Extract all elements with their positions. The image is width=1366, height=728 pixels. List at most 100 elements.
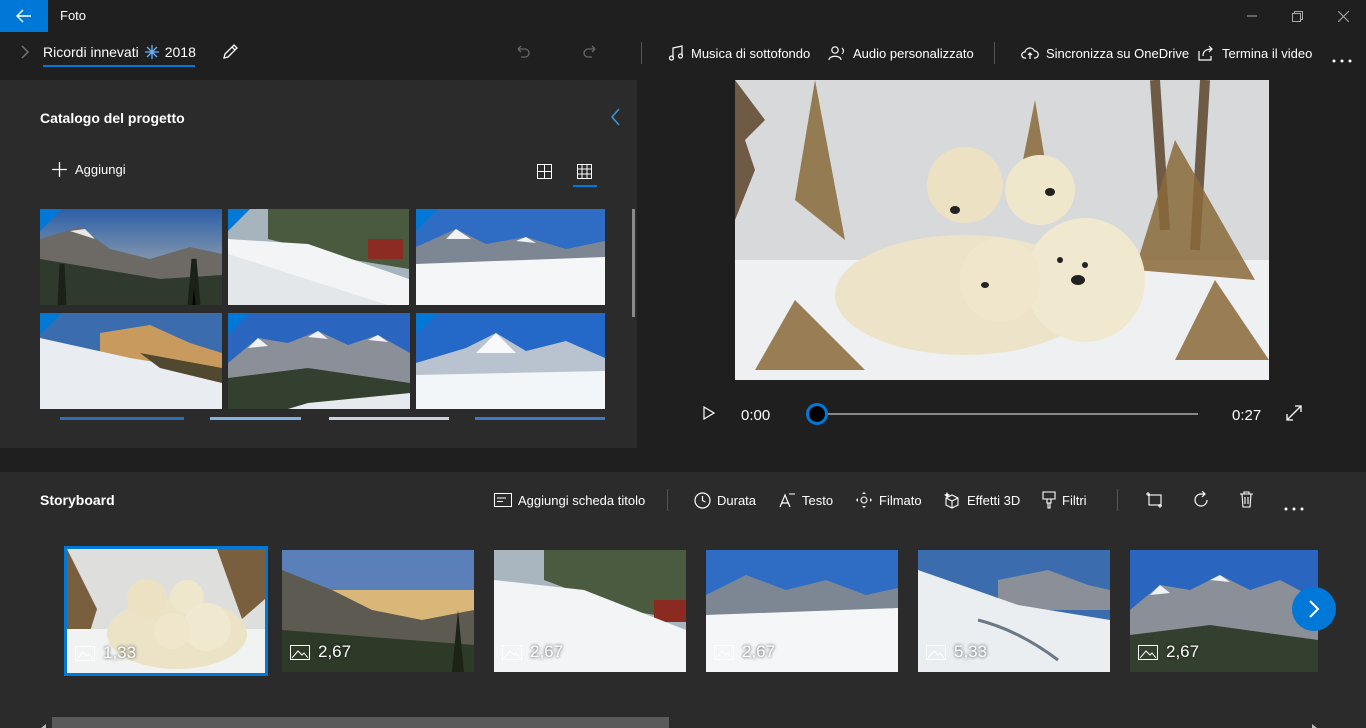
image-icon xyxy=(1138,644,1158,660)
chevron-right-icon xyxy=(1309,600,1320,618)
library-thumbnail[interactable] xyxy=(416,313,605,409)
library-title: Catalogo del progetto xyxy=(40,110,185,126)
restore-button[interactable] xyxy=(1274,0,1320,32)
timeline-slider[interactable] xyxy=(817,413,1198,415)
small-grid-view-icon[interactable] xyxy=(577,164,592,184)
clip-duration-label: 2,67 xyxy=(1138,642,1199,662)
close-icon xyxy=(1337,10,1349,22)
library-thumbnail[interactable] xyxy=(228,313,410,409)
in-use-corner-marker xyxy=(416,209,438,231)
library-thumbnail-partial xyxy=(210,417,301,420)
library-thumbnail[interactable] xyxy=(40,209,222,305)
motion-button[interactable]: Filmato xyxy=(855,490,922,510)
scroll-right-icon[interactable] xyxy=(1310,719,1318,728)
project-title[interactable]: Ricordi innevati 2018 xyxy=(43,44,196,60)
delete-icon[interactable] xyxy=(1239,491,1254,513)
image-icon xyxy=(290,644,310,660)
library-thumbnail[interactable] xyxy=(228,209,409,305)
expand-icon xyxy=(1286,405,1302,421)
in-use-corner-marker xyxy=(40,209,62,231)
timeline-thumb[interactable] xyxy=(806,403,828,425)
storyboard-clip[interactable]: 2,67 xyxy=(494,550,686,672)
collapse-library-icon[interactable] xyxy=(609,108,621,131)
in-use-corner-marker xyxy=(228,209,250,231)
fullscreen-button[interactable] xyxy=(1286,405,1302,426)
command-separator xyxy=(641,42,642,64)
add-title-card-button[interactable]: Aggiungi scheda titolo xyxy=(494,490,645,510)
total-time: 0:27 xyxy=(1232,407,1262,424)
filter-brush-icon xyxy=(1042,491,1056,509)
library-thumbnail[interactable] xyxy=(416,209,605,305)
library-scrollbar[interactable] xyxy=(632,209,635,317)
arrow-left-icon xyxy=(16,9,31,23)
image-icon xyxy=(75,645,95,661)
music-note-icon xyxy=(668,45,684,61)
duration-button[interactable]: Durata xyxy=(694,490,756,510)
library-thumbnail[interactable] xyxy=(40,313,222,409)
storyboard-clip[interactable]: 2,67 xyxy=(1130,550,1318,672)
clip-duration-label: 2,67 xyxy=(714,642,775,662)
storyboard-more-icon[interactable] xyxy=(1284,498,1304,516)
library-thumbnail-partial xyxy=(60,417,184,420)
current-time: 0:00 xyxy=(741,407,771,424)
play-icon xyxy=(703,405,716,421)
video-preview xyxy=(735,80,1269,380)
finish-video-button[interactable]: Termina il video xyxy=(1197,43,1312,63)
storyboard-clip[interactable]: 2,67 xyxy=(706,550,898,672)
image-icon xyxy=(714,644,734,660)
title-bar xyxy=(0,0,1366,32)
clock-icon xyxy=(694,491,711,509)
redo-icon[interactable] xyxy=(582,43,600,66)
in-use-corner-marker xyxy=(416,313,438,335)
back-button[interactable] xyxy=(0,0,48,32)
text-button[interactable]: Testo xyxy=(779,490,833,510)
motion-icon xyxy=(856,492,872,508)
storyboard-clip[interactable]: 2,67 xyxy=(282,550,474,672)
sync-onedrive-button[interactable]: Sincronizza su OneDrive xyxy=(1021,43,1189,63)
edit-pencil-icon[interactable] xyxy=(221,43,239,66)
project-title-underline xyxy=(43,65,195,67)
in-use-corner-marker xyxy=(40,313,62,335)
scrollbar-thumb[interactable] xyxy=(52,717,669,728)
cloud-upload-icon xyxy=(1021,47,1039,59)
library-thumbnail-partial xyxy=(475,417,605,420)
plus-icon xyxy=(52,162,67,177)
play-button[interactable] xyxy=(703,405,716,425)
person-audio-icon xyxy=(828,46,845,61)
rotate-icon[interactable] xyxy=(1192,490,1210,514)
minimize-icon xyxy=(1247,15,1257,17)
chevron-right-icon[interactable] xyxy=(20,45,30,64)
minimize-button[interactable] xyxy=(1229,0,1275,32)
title-card-icon xyxy=(494,493,512,507)
library-thumbnail-partial xyxy=(329,417,449,420)
more-options-icon[interactable] xyxy=(1332,50,1352,68)
filters-button[interactable]: Filtri xyxy=(1042,490,1087,510)
share-icon xyxy=(1198,45,1213,61)
storyboard-clip-selected[interactable]: 1,33 xyxy=(64,546,268,676)
close-button[interactable] xyxy=(1320,0,1366,32)
restore-icon xyxy=(1291,10,1303,22)
image-icon xyxy=(926,644,946,660)
app-title: Foto xyxy=(60,8,87,23)
crop-resize-icon[interactable] xyxy=(1146,492,1164,513)
3d-cube-icon xyxy=(944,492,959,509)
toolbar-separator xyxy=(667,489,668,511)
undo-icon[interactable] xyxy=(513,43,531,66)
large-grid-view-icon[interactable] xyxy=(537,164,552,184)
in-use-corner-marker xyxy=(228,313,250,335)
add-media-button[interactable]: Aggiungi xyxy=(52,162,126,177)
storyboard-scrollbar[interactable] xyxy=(40,715,1318,728)
view-selected-indicator xyxy=(573,185,597,187)
clip-duration-label: 2,67 xyxy=(290,642,351,662)
3d-effects-button[interactable]: Effetti 3D xyxy=(943,490,1020,510)
toolbar-separator xyxy=(1117,489,1118,511)
next-clips-button[interactable] xyxy=(1292,587,1336,631)
storyboard-title: Storyboard xyxy=(40,492,115,508)
custom-audio-button[interactable]: Audio personalizzato xyxy=(828,43,974,63)
background-music-button[interactable]: Musica di sottofondo xyxy=(668,43,810,63)
snowflake-icon xyxy=(144,45,159,59)
storyboard-clip[interactable]: 5,33 xyxy=(918,550,1110,672)
clip-duration-label: 1,33 xyxy=(75,643,136,663)
clip-duration-label: 2,67 xyxy=(502,642,563,662)
scroll-left-icon[interactable] xyxy=(40,719,48,728)
